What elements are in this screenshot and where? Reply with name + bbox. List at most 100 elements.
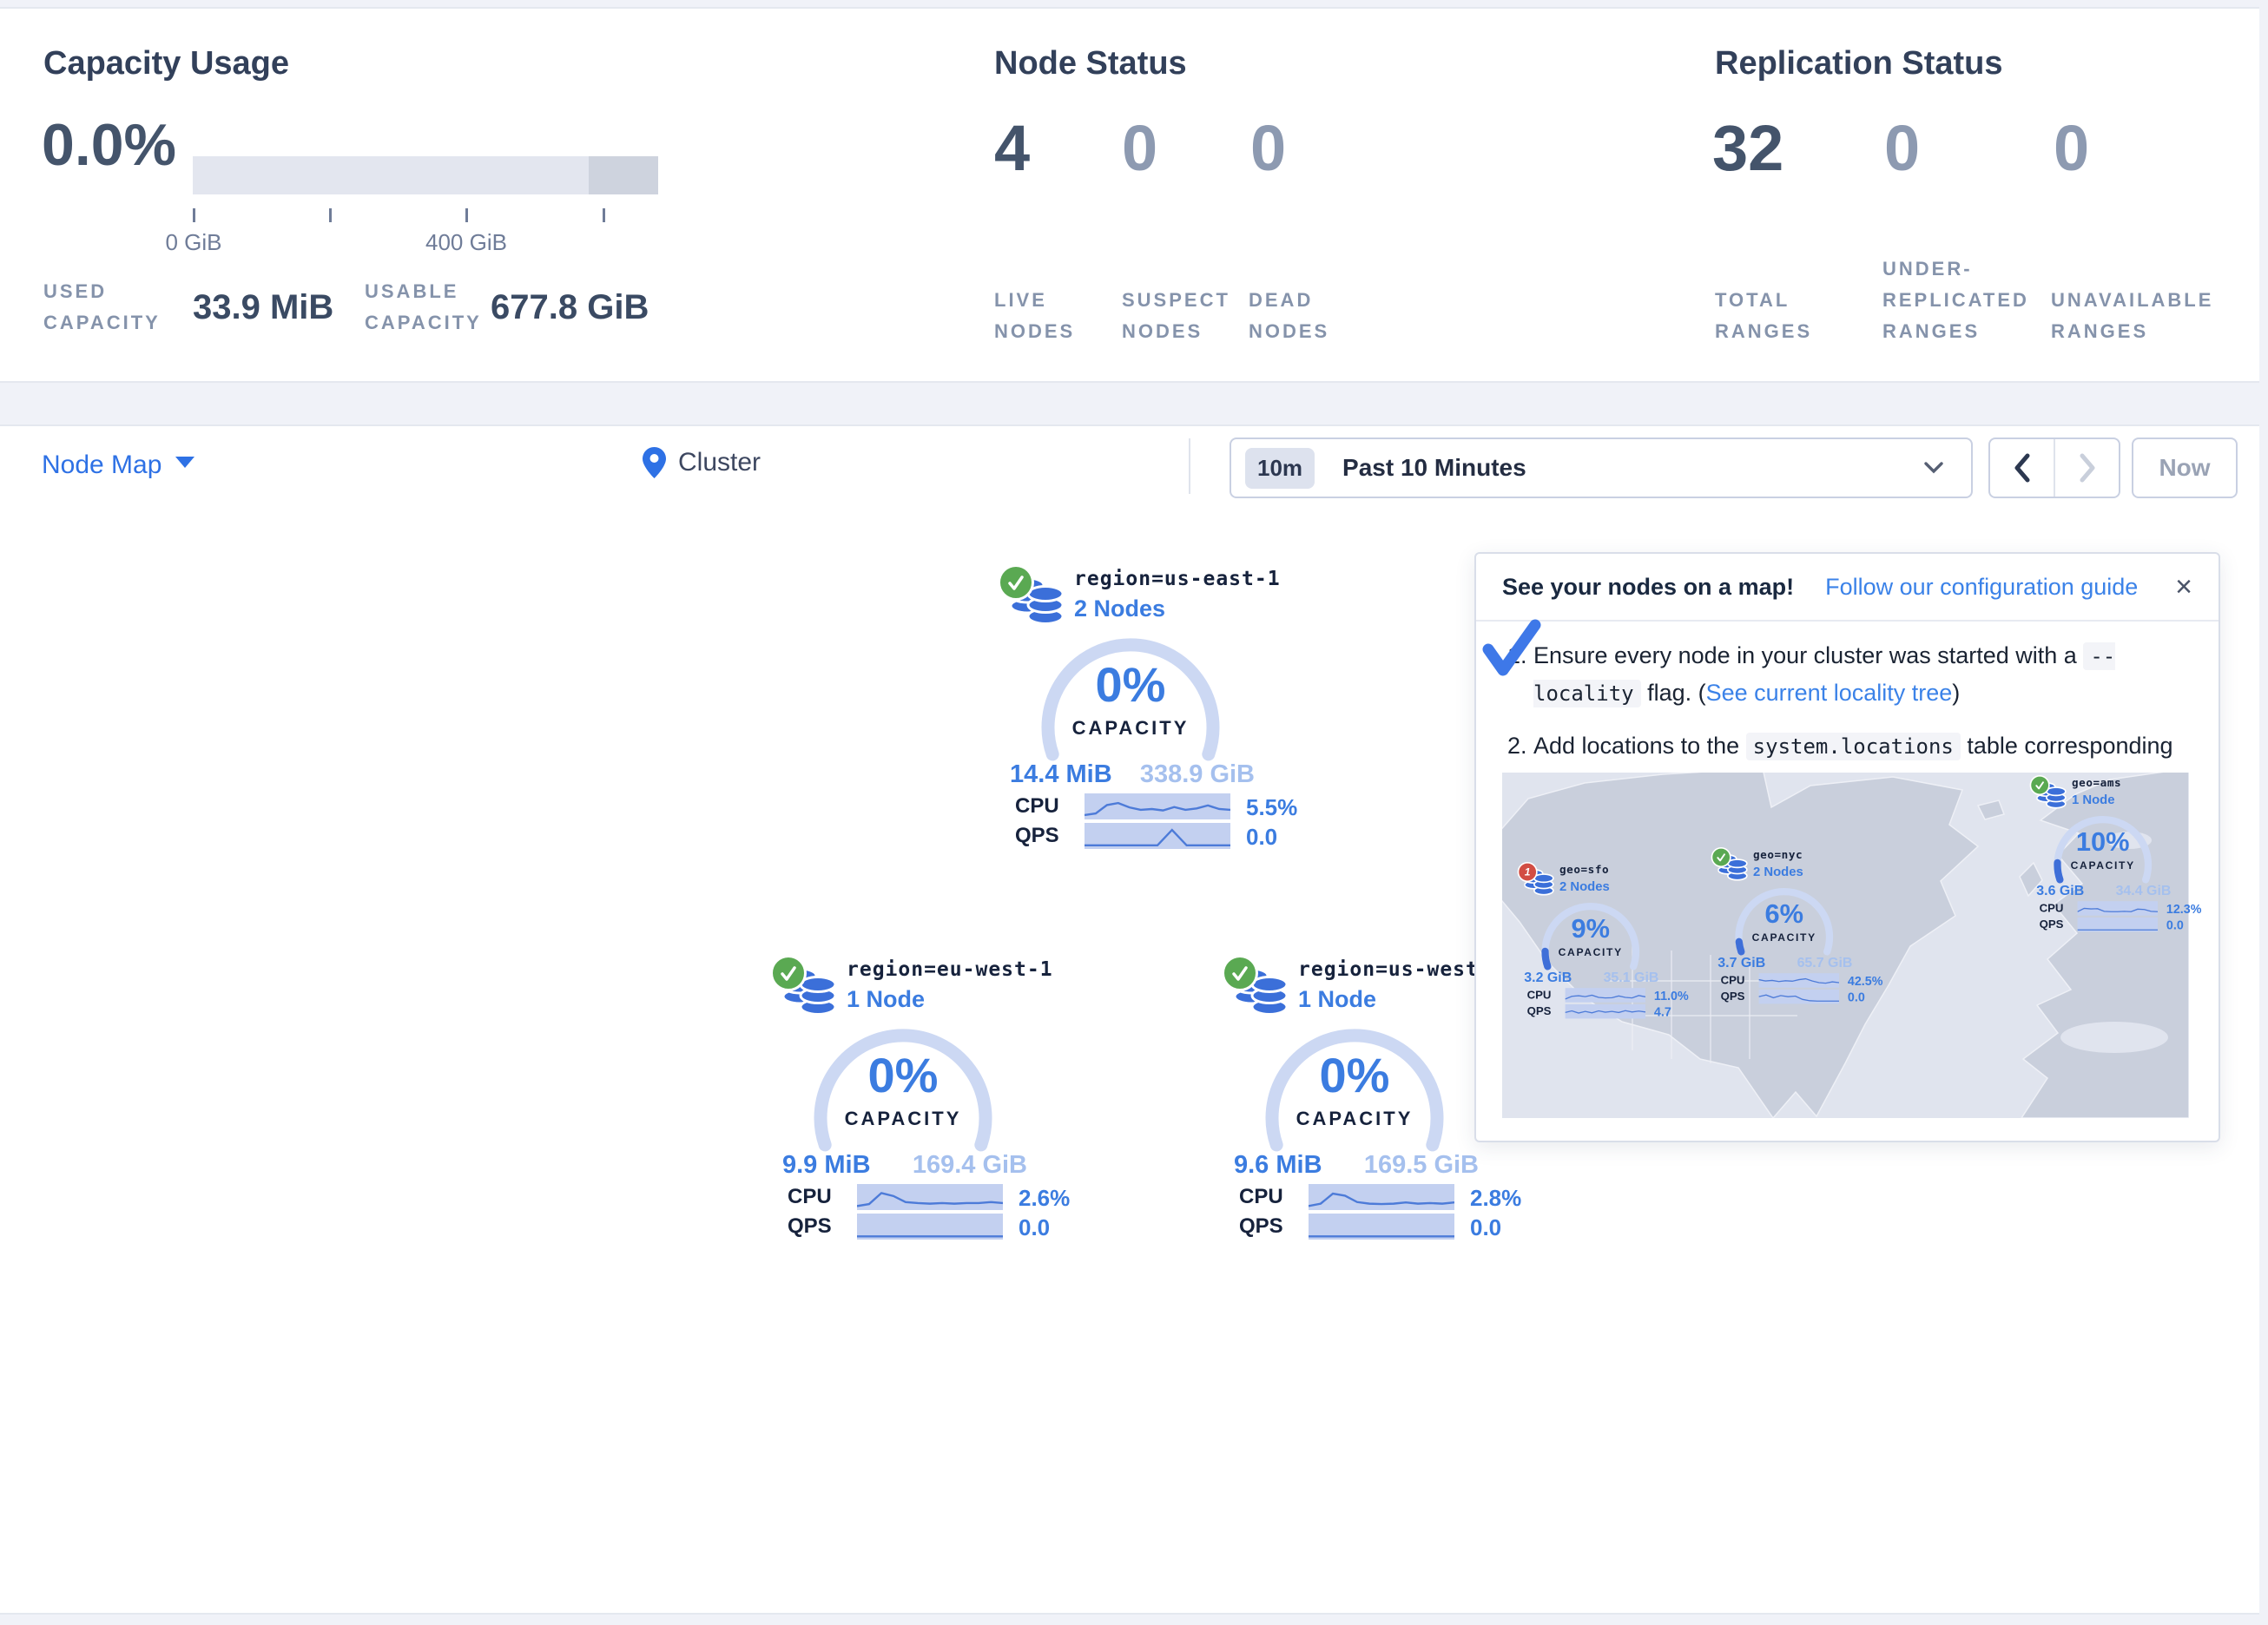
gauge-caption: CAPACITY bbox=[1731, 931, 1838, 944]
time-forward-button[interactable] bbox=[2055, 439, 2119, 497]
cpu-sparkline bbox=[1309, 1184, 1454, 1210]
view-selector-label: Node Map bbox=[42, 451, 162, 479]
gauge-percent: 10% bbox=[2049, 826, 2157, 857]
node-count-link[interactable]: 1 Node bbox=[847, 986, 925, 1013]
step-text: Ensure every node in your cluster was st… bbox=[1533, 642, 2083, 668]
cpu-sparkline bbox=[2078, 901, 2158, 916]
qps-sparkline bbox=[1566, 1004, 1645, 1019]
now-button[interactable]: Now bbox=[2132, 438, 2238, 498]
cpu-value: 5.5% bbox=[1246, 794, 1297, 821]
node-group-geo-sfo[interactable]: 1 geo=sfo 2 Nodes 9% CAPACITY 3.2 GiB35.… bbox=[1512, 862, 1670, 1022]
qps-label: QPS bbox=[1239, 1214, 1283, 1239]
configuration-guide-link[interactable]: Follow our configuration guide bbox=[1825, 574, 2138, 601]
toolbar-divider bbox=[1189, 438, 1190, 494]
cpu-label: CPU bbox=[2040, 902, 2064, 915]
live-nodes-count: 4 bbox=[994, 111, 1030, 185]
node-healthy-badge bbox=[1222, 955, 1258, 991]
node-count-link[interactable]: 2 Nodes bbox=[1559, 879, 1610, 894]
node-total-capacity: 65.7 GiB bbox=[1797, 955, 1853, 970]
node-count-link[interactable]: 2 Nodes bbox=[1074, 595, 1165, 622]
node-used-capacity: 14.4 MiB bbox=[1010, 760, 1112, 789]
qps-value: 4.7 bbox=[1654, 1004, 1671, 1019]
qps-sparkline bbox=[2078, 918, 2158, 932]
suspect-nodes-count: 0 bbox=[1122, 111, 1157, 185]
time-range-label: Past 10 Minutes bbox=[1342, 454, 1526, 482]
cpu-label: CPU bbox=[1527, 989, 1552, 1002]
cpu-label: CPU bbox=[1239, 1185, 1283, 1209]
node-group-geo-nyc[interactable]: geo=nyc 2 Nodes 6% CAPACITY 3.7 GiB65.7 … bbox=[1705, 847, 1863, 1007]
cpu-value: 42.5% bbox=[1848, 974, 1883, 989]
popup-header: See your nodes on a map! Follow our conf… bbox=[1476, 554, 2219, 622]
total-ranges-label: TOTAL RANGES bbox=[1715, 285, 1828, 347]
qps-sparkline bbox=[1309, 1214, 1454, 1240]
step-number: 2. bbox=[1507, 727, 1527, 764]
node-group-geo-ams[interactable]: geo=ams 1 Node 10% CAPACITY 3.6 GiB34.4 … bbox=[2024, 775, 2182, 935]
chevron-down-icon bbox=[1921, 459, 1947, 477]
popup-title: See your nodes on a map! bbox=[1502, 574, 1794, 601]
chevron-right-icon bbox=[2078, 453, 2097, 483]
gauge-percent: 0% bbox=[1256, 1047, 1453, 1103]
node-healthy-badge bbox=[1711, 847, 1731, 867]
gauge-caption: CAPACITY bbox=[1256, 1108, 1453, 1130]
cpu-label: CPU bbox=[1015, 794, 1059, 819]
under-replicated-label: UNDER-REPLICATED RANGES bbox=[1882, 253, 2043, 347]
axis-tick-label: 400 GiB bbox=[397, 229, 536, 256]
time-back-button[interactable] bbox=[1990, 439, 2055, 497]
node-group-us-east-1[interactable]: region=us-east-1 2 Nodes 0% CAPACITY 14.… bbox=[987, 564, 1274, 854]
time-range-select[interactable]: 10m Past 10 Minutes bbox=[1230, 438, 1973, 498]
node-map-canvas: region=us-east-1 2 Nodes 0% CAPACITY 14.… bbox=[0, 506, 2259, 1615]
capacity-bar-other-segment bbox=[589, 156, 658, 194]
node-locality-label: region=us-west-1 bbox=[1298, 958, 1505, 981]
node-total-capacity: 35.1 GiB bbox=[1604, 970, 1659, 985]
used-capacity-label: USED CAPACITY bbox=[43, 276, 182, 339]
time-range-badge: 10m bbox=[1245, 448, 1315, 489]
capacity-bar: 0 GiB 400 GiB bbox=[193, 156, 658, 194]
axis-tick bbox=[603, 208, 605, 222]
usable-capacity-value: 677.8 GiB bbox=[491, 288, 649, 327]
gauge-percent: 0% bbox=[805, 1047, 1001, 1103]
gauge-caption: CAPACITY bbox=[1537, 946, 1645, 958]
node-status-title: Node Status bbox=[994, 45, 1187, 82]
node-count-link[interactable]: 1 Node bbox=[2072, 793, 2115, 807]
step-text: flag. ( bbox=[1641, 680, 1706, 706]
capacity-usage-title: Capacity Usage bbox=[43, 45, 289, 82]
step-done-check-icon bbox=[1480, 618, 1544, 681]
breadcrumb[interactable]: Cluster bbox=[643, 447, 761, 478]
node-used-capacity: 3.7 GiB bbox=[1717, 955, 1765, 970]
node-group-eu-west-1[interactable]: region=eu-west-1 1 Node 0% CAPACITY 9.9 … bbox=[760, 955, 1046, 1245]
time-nav-buttons bbox=[1988, 438, 2120, 498]
gauge-percent: 9% bbox=[1537, 912, 1645, 944]
node-healthy-badge bbox=[770, 955, 807, 991]
used-capacity-value: 33.9 MiB bbox=[193, 288, 333, 327]
qps-value: 0.0 bbox=[1246, 824, 1277, 851]
cpu-sparkline bbox=[1566, 988, 1645, 1003]
node-healthy-badge bbox=[2030, 775, 2050, 795]
qps-label: QPS bbox=[788, 1214, 832, 1239]
total-ranges-count: 32 bbox=[1712, 111, 1783, 185]
qps-label: QPS bbox=[1015, 824, 1059, 848]
locality-tree-link[interactable]: See current locality tree bbox=[1706, 680, 1953, 706]
gauge-percent: 0% bbox=[1032, 656, 1229, 713]
unavailable-label: UNAVAILABLE RANGES bbox=[2051, 285, 2225, 347]
qps-label: QPS bbox=[2040, 918, 2064, 931]
dead-nodes-label: DEAD NODES bbox=[1249, 285, 1344, 347]
capacity-used-percent: 0.0% bbox=[42, 111, 176, 179]
view-selector-dropdown[interactable]: Node Map bbox=[42, 451, 194, 480]
cluster-summary-panel: Capacity Usage 0.0% 0 GiB 400 GiB USED C… bbox=[0, 7, 2259, 383]
close-icon[interactable]: × bbox=[2175, 572, 2192, 602]
qps-value: 0.0 bbox=[1019, 1214, 1050, 1241]
node-count-link[interactable]: 1 Node bbox=[1298, 986, 1376, 1013]
qps-label: QPS bbox=[1527, 1004, 1552, 1017]
map-pin-icon bbox=[643, 447, 666, 478]
node-group-us-west-1[interactable]: region=us-west-1 1 Node 0% CAPACITY 9.6 … bbox=[1211, 955, 1498, 1245]
node-count-link[interactable]: 2 Nodes bbox=[1753, 865, 1803, 879]
cpu-sparkline bbox=[857, 1184, 1003, 1210]
node-locality-label: geo=sfo bbox=[1559, 864, 1609, 876]
step-text: Add locations to the bbox=[1533, 733, 1746, 759]
chevron-left-icon bbox=[2013, 453, 2032, 483]
cpu-label: CPU bbox=[788, 1185, 832, 1209]
node-used-capacity: 9.6 MiB bbox=[1234, 1151, 1322, 1180]
popup-step-1: 1.Ensure every node in your cluster was … bbox=[1533, 637, 2193, 712]
node-locality-label: region=us-east-1 bbox=[1074, 568, 1281, 590]
gauge-caption: CAPACITY bbox=[1032, 717, 1229, 740]
